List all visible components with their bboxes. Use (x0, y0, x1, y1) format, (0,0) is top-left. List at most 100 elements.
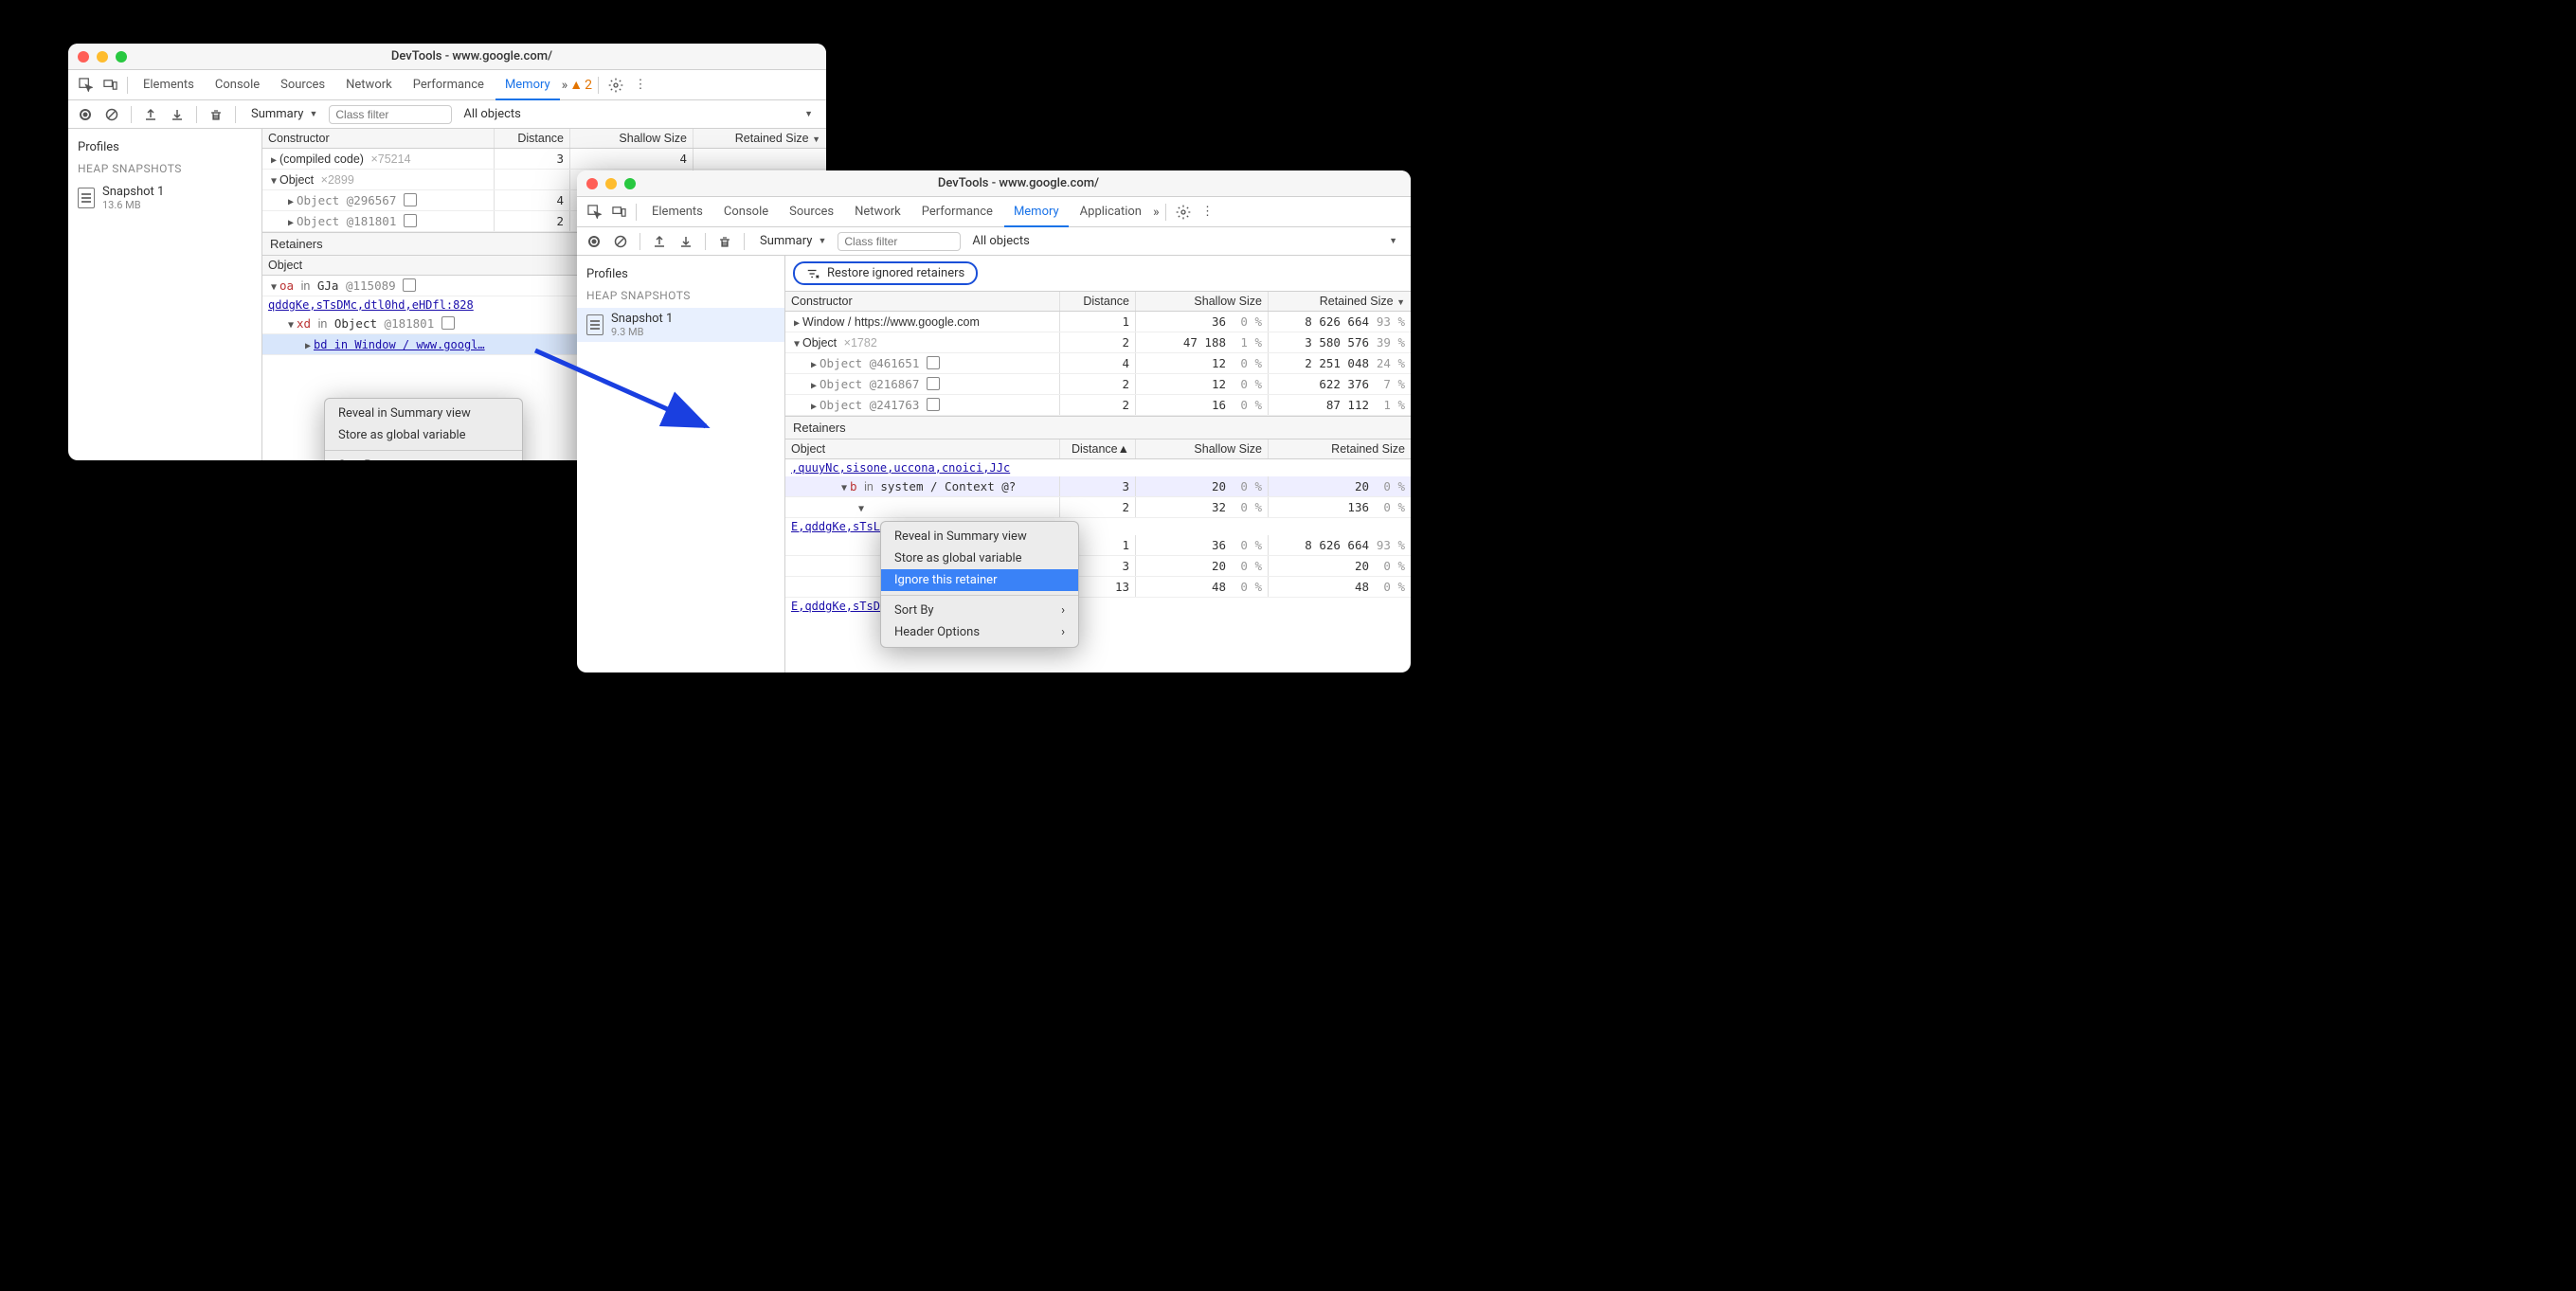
clear-icon[interactable] (609, 230, 632, 253)
retainer-row[interactable]: 1 360 % 8 626 66493 % (785, 535, 1411, 556)
retainer-breadcrumb[interactable]: E,qddgKe,sTsL... (785, 518, 1411, 535)
device-toolbar-icon[interactable] (607, 201, 630, 224)
constructor-row[interactable]: ▼Object ×1782 2 47 1881 % 3 580 57639 % (785, 332, 1411, 353)
retainer-row[interactable]: ▼b in system / Context @? 3 200 % 200 % (785, 476, 1411, 497)
tab-memory[interactable]: Memory (495, 70, 560, 100)
tab-network[interactable]: Network (845, 197, 910, 227)
window-controls[interactable] (586, 178, 636, 189)
disclosure-icon[interactable]: ▶ (791, 318, 802, 329)
tab-sources[interactable]: Sources (780, 197, 843, 227)
retainer-row[interactable]: 3 200 % 200 % (785, 556, 1411, 577)
col-shallow[interactable]: Shallow Size (1136, 292, 1269, 311)
scope-select[interactable]: All objects ▼ (964, 232, 1405, 250)
more-tabs-icon[interactable]: » (562, 78, 568, 93)
close-window-icon[interactable] (586, 178, 598, 189)
context-menu[interactable]: Reveal in Summary view Store as global v… (324, 398, 523, 460)
disclosure-icon[interactable]: ▶ (285, 197, 297, 207)
retainer-breadcrumb[interactable]: E,qddgKe,sTsD... (785, 598, 1411, 615)
clear-icon[interactable] (100, 103, 123, 126)
disclosure-icon[interactable]: ▼ (791, 339, 802, 350)
tab-sources[interactable]: Sources (271, 70, 334, 100)
class-filter-input[interactable] (838, 232, 961, 251)
ctx-ignore-retainer[interactable]: Ignore this retainer (881, 569, 1078, 591)
maximize-window-icon[interactable] (624, 178, 636, 189)
col-object[interactable]: Object (785, 439, 1060, 458)
context-menu[interactable]: Reveal in Summary view Store as global v… (880, 521, 1079, 648)
tab-console[interactable]: Console (714, 197, 778, 227)
maximize-window-icon[interactable] (116, 51, 127, 63)
inspect-icon[interactable] (74, 74, 97, 97)
gc-icon[interactable] (205, 103, 227, 126)
snapshot-item[interactable]: Snapshot 1 13.6 MB (68, 181, 261, 215)
tab-network[interactable]: Network (336, 70, 402, 100)
ctx-reveal-summary[interactable]: Reveal in Summary view (881, 526, 1078, 547)
device-toolbar-icon[interactable] (99, 74, 121, 97)
ctx-store-global[interactable]: Store as global variable (881, 547, 1078, 569)
view-select[interactable]: Summary ▼ (752, 232, 834, 250)
disclosure-icon[interactable]: ▶ (268, 155, 279, 166)
col-retained[interactable]: Retained Size (1269, 439, 1411, 458)
disclosure-icon[interactable]: ▼ (856, 504, 867, 514)
object-row[interactable]: ▶Object @241763 2 160 % 87 1121 % (785, 395, 1411, 416)
ctx-sort-by[interactable]: Sort By› (325, 455, 522, 460)
import-icon[interactable] (139, 103, 162, 126)
col-constructor[interactable]: Constructor (785, 292, 1060, 311)
retainer-row[interactable]: ▼ 2 320 % 1360 % (785, 497, 1411, 518)
record-icon[interactable] (583, 230, 605, 253)
settings-icon[interactable] (1172, 201, 1195, 224)
ctx-header-options[interactable]: Header Options› (881, 621, 1078, 643)
gc-icon[interactable] (713, 230, 736, 253)
ctx-sort-by[interactable]: Sort By› (881, 600, 1078, 621)
object-row[interactable]: ▶Object @461651 4 120 % 2 251 04824 % (785, 353, 1411, 374)
disclosure-icon[interactable]: ▶ (808, 402, 820, 412)
constructor-row[interactable]: ▶Window / https://www.google.com 1 360 %… (785, 312, 1411, 332)
tab-elements[interactable]: Elements (642, 197, 712, 227)
class-filter-input[interactable] (329, 105, 452, 124)
view-select[interactable]: Summary ▼ (243, 105, 325, 123)
kebab-menu-icon[interactable]: ⋮ (629, 74, 652, 97)
tab-memory[interactable]: Memory (1004, 197, 1069, 227)
export-icon[interactable] (166, 103, 189, 126)
tab-console[interactable]: Console (206, 70, 269, 100)
col-distance[interactable]: Distance (495, 129, 570, 148)
col-retained[interactable]: Retained Size ▼ (694, 129, 826, 148)
disclosure-icon[interactable]: ▶ (285, 218, 297, 228)
col-constructor[interactable]: Constructor (262, 129, 495, 148)
tab-elements[interactable]: Elements (134, 70, 204, 100)
close-window-icon[interactable] (78, 51, 89, 63)
col-retained[interactable]: Retained Size ▼ (1269, 292, 1411, 311)
disclosure-icon[interactable]: ▼ (838, 483, 850, 493)
inspect-icon[interactable] (583, 201, 605, 224)
retainer-row[interactable]: 13 480 % 480 % (785, 577, 1411, 598)
col-distance[interactable]: Distance (1060, 292, 1136, 311)
export-icon[interactable] (675, 230, 697, 253)
restore-ignored-retainers-button[interactable]: Restore ignored retainers (793, 261, 978, 285)
scope-select[interactable]: All objects ▼ (456, 105, 820, 123)
settings-icon[interactable] (604, 74, 627, 97)
disclosure-icon[interactable]: ▼ (268, 176, 279, 187)
snapshot-item[interactable]: Snapshot 1 9.3 MB (577, 308, 784, 342)
window-controls[interactable] (78, 51, 127, 63)
col-shallow[interactable]: Shallow Size (1136, 439, 1269, 458)
col-distance[interactable]: Distance▲ (1060, 439, 1136, 458)
col-shallow[interactable]: Shallow Size (570, 129, 694, 148)
minimize-window-icon[interactable] (605, 178, 617, 189)
more-tabs-icon[interactable]: » (1153, 205, 1160, 220)
import-icon[interactable] (648, 230, 671, 253)
minimize-window-icon[interactable] (97, 51, 108, 63)
tab-performance[interactable]: Performance (404, 70, 494, 100)
retainer-breadcrumb[interactable]: ,quuyNc,sisone,uccona,cnoici,JJc (785, 459, 1411, 476)
kebab-menu-icon[interactable]: ⋮ (1197, 201, 1219, 224)
ctx-reveal-summary[interactable]: Reveal in Summary view (325, 403, 522, 424)
object-row[interactable]: ▶Object @216867 2 120 % 622 3767 % (785, 374, 1411, 395)
disclosure-icon[interactable]: ▶ (808, 360, 820, 370)
tab-application[interactable]: Application (1071, 197, 1151, 227)
disclosure-icon[interactable]: ▼ (268, 282, 279, 293)
ctx-store-global[interactable]: Store as global variable (325, 424, 522, 446)
disclosure-icon[interactable]: ▶ (808, 381, 820, 391)
issues-badge[interactable]: ▲2 (569, 77, 592, 93)
tab-performance[interactable]: Performance (912, 197, 1002, 227)
constructor-row[interactable]: ▶(compiled code) ×75214 3 4 (262, 149, 826, 170)
disclosure-icon[interactable]: ▼ (285, 320, 297, 331)
record-icon[interactable] (74, 103, 97, 126)
